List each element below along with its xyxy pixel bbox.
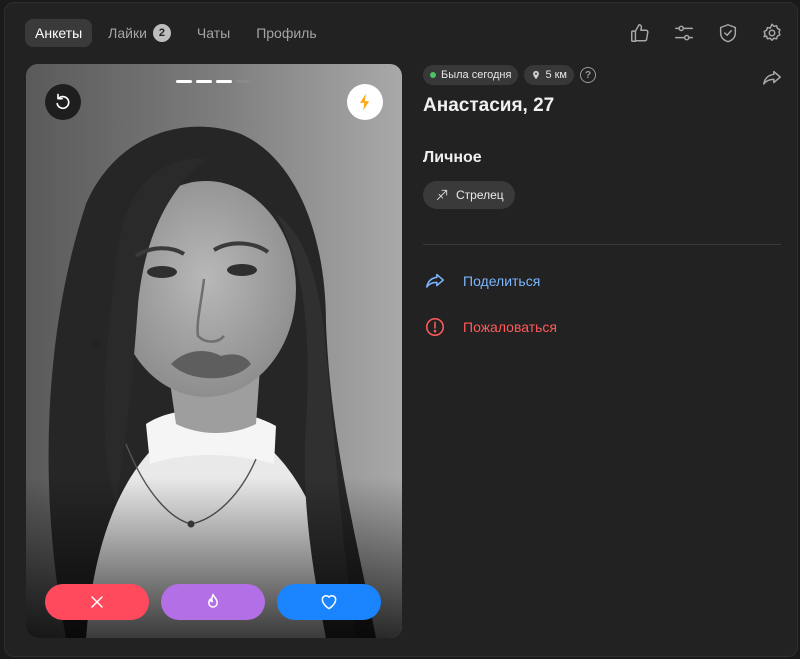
photo-progress (176, 80, 256, 83)
tab-likes[interactable]: Лайки 2 (98, 19, 181, 47)
tab-profiles[interactable]: Анкеты (25, 19, 93, 47)
undo-button[interactable] (45, 84, 81, 120)
photo-progress-segment (236, 80, 252, 83)
sagittarius-icon (436, 189, 448, 201)
thumbs-up-icon[interactable] (627, 20, 653, 46)
heart-icon (321, 595, 337, 610)
flame-icon (208, 593, 218, 608)
personal-section-title: Личное (423, 149, 482, 166)
tab-profile[interactable]: Профиль (246, 19, 326, 47)
alert-icon (423, 315, 447, 339)
profile-info: Была сегодня 5 км ? Анастасия, 27 Личное… (423, 65, 785, 339)
lightning-icon (360, 93, 370, 111)
header-actions (609, 20, 785, 46)
gear-icon[interactable] (759, 20, 785, 46)
report-link-label: Пожаловаться (463, 319, 558, 335)
app-window: Анкеты Лайки 2 Чаты Профиль Была сегодня… (4, 2, 798, 657)
tab-chats[interactable]: Чаты (187, 19, 240, 47)
profile-name: Анастасия, 27 (423, 95, 555, 116)
online-status-badge: Была сегодня (423, 65, 519, 85)
share-profile-link[interactable]: Поделиться (423, 269, 785, 293)
tab-chats-label: Чаты (196, 25, 231, 41)
tab-profiles-label: Анкеты (35, 25, 83, 41)
undo-icon (56, 93, 70, 110)
likes-count-badge: 2 (152, 24, 171, 42)
report-profile-link[interactable]: Пожаловаться (423, 315, 785, 339)
help-icon[interactable]: ? (580, 67, 596, 83)
share-link-label: Поделиться (463, 273, 541, 289)
divider (423, 244, 781, 245)
profile-photo (26, 64, 402, 638)
boost-button[interactable] (347, 84, 383, 120)
swipe-actions (45, 584, 381, 620)
tab-profile-label: Профиль (256, 25, 317, 41)
status-chips: Была сегодня 5 км ? (423, 65, 785, 85)
distance-badge: 5 км (524, 65, 574, 85)
shield-check-icon[interactable] (715, 20, 741, 46)
distance-text: 5 км (545, 69, 567, 81)
share-icon (423, 269, 447, 293)
photo-progress-segment (176, 80, 192, 83)
super-like-button[interactable] (161, 584, 265, 620)
location-pin-icon (533, 70, 540, 80)
zodiac-label: Стрелец (456, 188, 504, 202)
zodiac-tag: Стрелец (423, 181, 515, 209)
profile-card[interactable] (26, 64, 402, 638)
online-dot (430, 72, 436, 78)
dislike-button[interactable] (45, 584, 149, 620)
sliders-icon[interactable] (671, 20, 697, 46)
photo-progress-segment (216, 80, 232, 83)
tab-likes-label: Лайки (108, 25, 147, 41)
close-icon (91, 596, 103, 608)
main-tabs: Анкеты Лайки 2 Чаты Профиль (25, 19, 333, 47)
share-icon[interactable] (761, 67, 785, 91)
photo-progress-segment (196, 80, 212, 83)
like-button[interactable] (277, 584, 381, 620)
online-status-text: Была сегодня (441, 69, 512, 81)
